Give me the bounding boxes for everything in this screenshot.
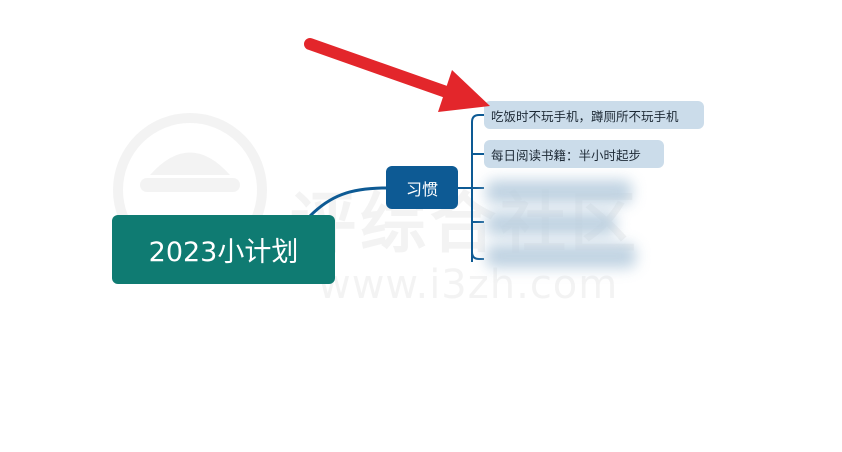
mindmap-canvas[interactable]: 评综合社区 www.i3zh.com 2023小计划 习惯 吃饭时不玩手机，蹲厕… [0,0,842,452]
root-topic[interactable]: 2023小计划 [112,215,335,284]
connector-sub-1 [471,114,484,123]
subtopic-no-phone[interactable]: 吃饭时不玩手机，蹲厕所不玩手机 [484,101,704,129]
subtopic-daily-reading[interactable]: 每日阅读书籍：半小时起步 [484,140,664,168]
connector-sub-5 [471,251,484,260]
branch-topic-habits[interactable]: 习惯 [386,166,458,209]
root-to-branch-connector [308,186,387,218]
